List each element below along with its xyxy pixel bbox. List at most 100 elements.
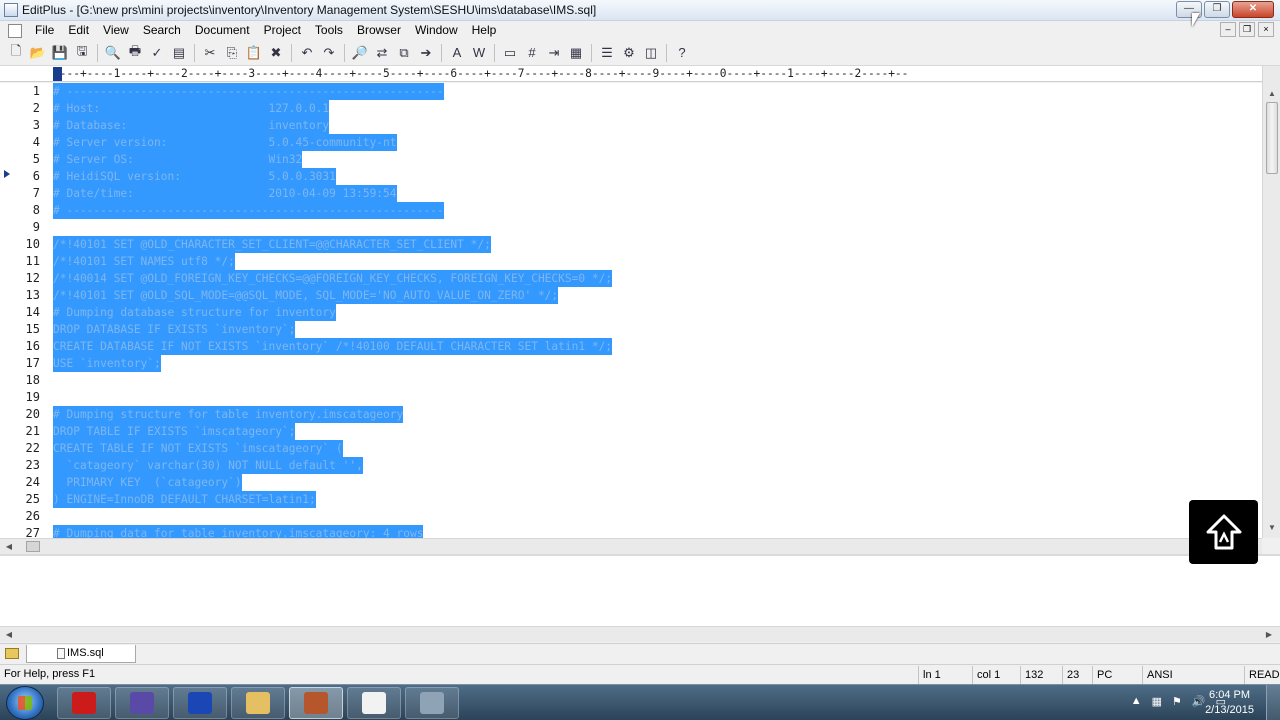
scroll-left-arrow-icon[interactable]: ◀ bbox=[2, 539, 16, 555]
menu-document[interactable]: Document bbox=[188, 21, 257, 40]
output-window[interactable] bbox=[0, 554, 1280, 626]
document-minimize-button[interactable]: – bbox=[1220, 22, 1236, 37]
document-restore-button[interactable]: ❐ bbox=[1239, 22, 1255, 37]
editor-line[interactable]: 1 # -------------------------------------… bbox=[0, 83, 1262, 100]
editor-line[interactable]: 3 # Database: inventory bbox=[0, 117, 1262, 134]
menu-search[interactable]: Search bbox=[136, 21, 188, 40]
editor-line[interactable]: 6 # HeidiSQL version: 5.0.0.3031 bbox=[0, 168, 1262, 185]
document-close-button[interactable]: × bbox=[1258, 22, 1274, 37]
vertical-scroll-thumb[interactable] bbox=[1266, 102, 1278, 174]
directory-window-icon[interactable]: ▦ bbox=[566, 43, 586, 63]
clock[interactable]: 6:04 PM 2/13/2015 bbox=[1205, 688, 1254, 718]
editor-line[interactable]: 19 bbox=[0, 389, 1262, 406]
menu-view[interactable]: View bbox=[96, 21, 136, 40]
print-icon[interactable]: 🖶 bbox=[125, 43, 145, 63]
paste-icon[interactable]: 📋 bbox=[244, 43, 264, 63]
scroll-up-arrow-icon[interactable]: ▲ bbox=[1265, 86, 1279, 102]
close-button[interactable]: ✕ bbox=[1232, 1, 1274, 18]
editor-line[interactable]: 9 bbox=[0, 219, 1262, 236]
tab-icon[interactable]: ⇥ bbox=[544, 43, 564, 63]
editor-line[interactable]: 13 /*!40101 SET @OLD_SQL_MODE=@@SQL_MODE,… bbox=[0, 287, 1262, 304]
network-icon[interactable]: ▦ bbox=[1152, 695, 1162, 708]
taskbar-editplus-button[interactable] bbox=[173, 687, 227, 719]
help-icon[interactable]: ? bbox=[672, 43, 692, 63]
output-scroll-left-arrow-icon[interactable]: ◀ bbox=[2, 627, 16, 643]
editor-line[interactable]: 24 PRIMARY KEY (`catageory`) bbox=[0, 474, 1262, 491]
print-preview-icon[interactable]: 🔍 bbox=[103, 43, 123, 63]
editor-line[interactable]: 17 USE `inventory`; bbox=[0, 355, 1262, 372]
overlay-home-button[interactable] bbox=[1189, 500, 1258, 564]
line-number-icon[interactable]: # bbox=[522, 43, 542, 63]
editor-line[interactable]: 14 # Dumping database structure for inven… bbox=[0, 304, 1262, 321]
start-button[interactable] bbox=[6, 686, 44, 720]
find-in-files-icon[interactable]: ⧉ bbox=[394, 43, 414, 63]
open-file-icon[interactable]: 📂 bbox=[28, 43, 48, 63]
taskbar-tools-button[interactable] bbox=[405, 687, 459, 719]
output-horizontal-scrollbar[interactable]: ◀ ▶ bbox=[0, 626, 1280, 642]
redo-icon[interactable]: ↷ bbox=[319, 43, 339, 63]
menu-browser[interactable]: Browser bbox=[350, 21, 408, 40]
taskbar-sql-editor-button[interactable] bbox=[289, 687, 343, 719]
show-desktop-button[interactable] bbox=[1266, 685, 1280, 720]
editor-vertical-scrollbar[interactable]: ▲ ▼ bbox=[1262, 66, 1280, 538]
menu-tools[interactable]: Tools bbox=[308, 21, 350, 40]
browser-icon[interactable]: ◫ bbox=[641, 43, 661, 63]
editor-line[interactable]: 4 # Server version: 5.0.45-community-nt bbox=[0, 134, 1262, 151]
editor-line[interactable]: 20 # Dumping structure for table inventor… bbox=[0, 406, 1262, 423]
editor-line[interactable]: 7 # Date/time: 2010-04-09 13:59:54 bbox=[0, 185, 1262, 202]
editor-line[interactable]: 16 CREATE DATABASE IF NOT EXISTS `invento… bbox=[0, 338, 1262, 355]
editor-line[interactable]: 23 `catageory` varchar(30) NOT NULL defa… bbox=[0, 457, 1262, 474]
editor-line[interactable]: 26 bbox=[0, 508, 1262, 525]
text-editor[interactable]: 1 # -------------------------------------… bbox=[0, 83, 1262, 538]
action-center-icon[interactable]: ⚑ bbox=[1172, 695, 1182, 708]
status-line-ending[interactable]: PC bbox=[1092, 666, 1140, 684]
cut-icon[interactable]: ✂ bbox=[200, 43, 220, 63]
menu-file[interactable]: File bbox=[28, 21, 61, 40]
editor-line[interactable]: 12 /*!40014 SET @OLD_FOREIGN_KEY_CHECKS=@… bbox=[0, 270, 1262, 287]
volume-icon[interactable]: 🔊 bbox=[1192, 695, 1206, 708]
status-encoding[interactable]: ANSI bbox=[1142, 666, 1202, 684]
ruler-icon[interactable]: ▭ bbox=[500, 43, 520, 63]
new-file-icon[interactable]: 🗋 bbox=[6, 43, 26, 63]
editor-line[interactable]: 11 /*!40101 SET NAMES utf8 */; bbox=[0, 253, 1262, 270]
taskbar-file-explorer-button[interactable] bbox=[231, 687, 285, 719]
save-icon[interactable]: 💾 bbox=[50, 43, 70, 63]
editor-line[interactable]: 10 /*!40101 SET @OLD_CHARACTER_SET_CLIENT… bbox=[0, 236, 1262, 253]
editplus-app-icon[interactable] bbox=[4, 3, 18, 17]
save-all-icon[interactable]: 🖫 bbox=[72, 43, 92, 63]
menu-project[interactable]: Project bbox=[257, 21, 308, 40]
horizontal-scroll-thumb[interactable] bbox=[26, 541, 40, 552]
html-toolbar-icon[interactable]: ▤ bbox=[169, 43, 189, 63]
taskbar-media-player-button[interactable] bbox=[115, 687, 169, 719]
editor-line[interactable]: 22 CREATE TABLE IF NOT EXISTS `imscatageo… bbox=[0, 440, 1262, 457]
editor-line[interactable]: 15 DROP DATABASE IF EXISTS `inventory`; bbox=[0, 321, 1262, 338]
editor-line[interactable]: 21 DROP TABLE IF EXISTS `imscatageory`; bbox=[0, 423, 1262, 440]
show-hidden-icons-icon[interactable]: ▲ bbox=[1131, 695, 1142, 708]
menu-edit[interactable]: Edit bbox=[61, 21, 96, 40]
folder-icon[interactable] bbox=[5, 648, 19, 659]
font-icon[interactable]: A bbox=[447, 43, 467, 63]
spellcheck-icon[interactable]: ✓ bbox=[147, 43, 167, 63]
editor-horizontal-scrollbar[interactable]: ◀ ▶ bbox=[0, 538, 1262, 554]
editor-line[interactable]: 27 # Dumping data for table inventory.ims… bbox=[0, 525, 1262, 538]
document-icon[interactable] bbox=[8, 23, 22, 38]
menu-help[interactable]: Help bbox=[465, 21, 504, 40]
goto-icon[interactable]: ➔ bbox=[416, 43, 436, 63]
find-icon[interactable]: 🔎 bbox=[350, 43, 370, 63]
undo-icon[interactable]: ↶ bbox=[297, 43, 317, 63]
output-scroll-right-arrow-icon[interactable]: ▶ bbox=[1262, 627, 1276, 643]
editor-line[interactable]: 2 # Host: 127.0.0.1 bbox=[0, 100, 1262, 117]
scroll-down-arrow-icon[interactable]: ▼ bbox=[1265, 520, 1279, 536]
taskbar-opera-button[interactable] bbox=[57, 687, 111, 719]
menu-window[interactable]: Window bbox=[408, 21, 465, 40]
cliptext-icon[interactable]: ☰ bbox=[597, 43, 617, 63]
taskbar-book-reader-button[interactable] bbox=[347, 687, 401, 719]
replace-icon[interactable]: ⇄ bbox=[372, 43, 392, 63]
maximize-button[interactable]: ❐ bbox=[1204, 1, 1230, 18]
editor-line[interactable]: 8 # -------------------------------------… bbox=[0, 202, 1262, 219]
status-mode[interactable]: READ bbox=[1244, 666, 1280, 684]
word-wrap-icon[interactable]: W bbox=[469, 43, 489, 63]
user-tool-icon[interactable]: ⚙ bbox=[619, 43, 639, 63]
copy-icon[interactable]: ⎘ bbox=[222, 43, 242, 63]
delete-icon[interactable]: ✖ bbox=[266, 43, 286, 63]
